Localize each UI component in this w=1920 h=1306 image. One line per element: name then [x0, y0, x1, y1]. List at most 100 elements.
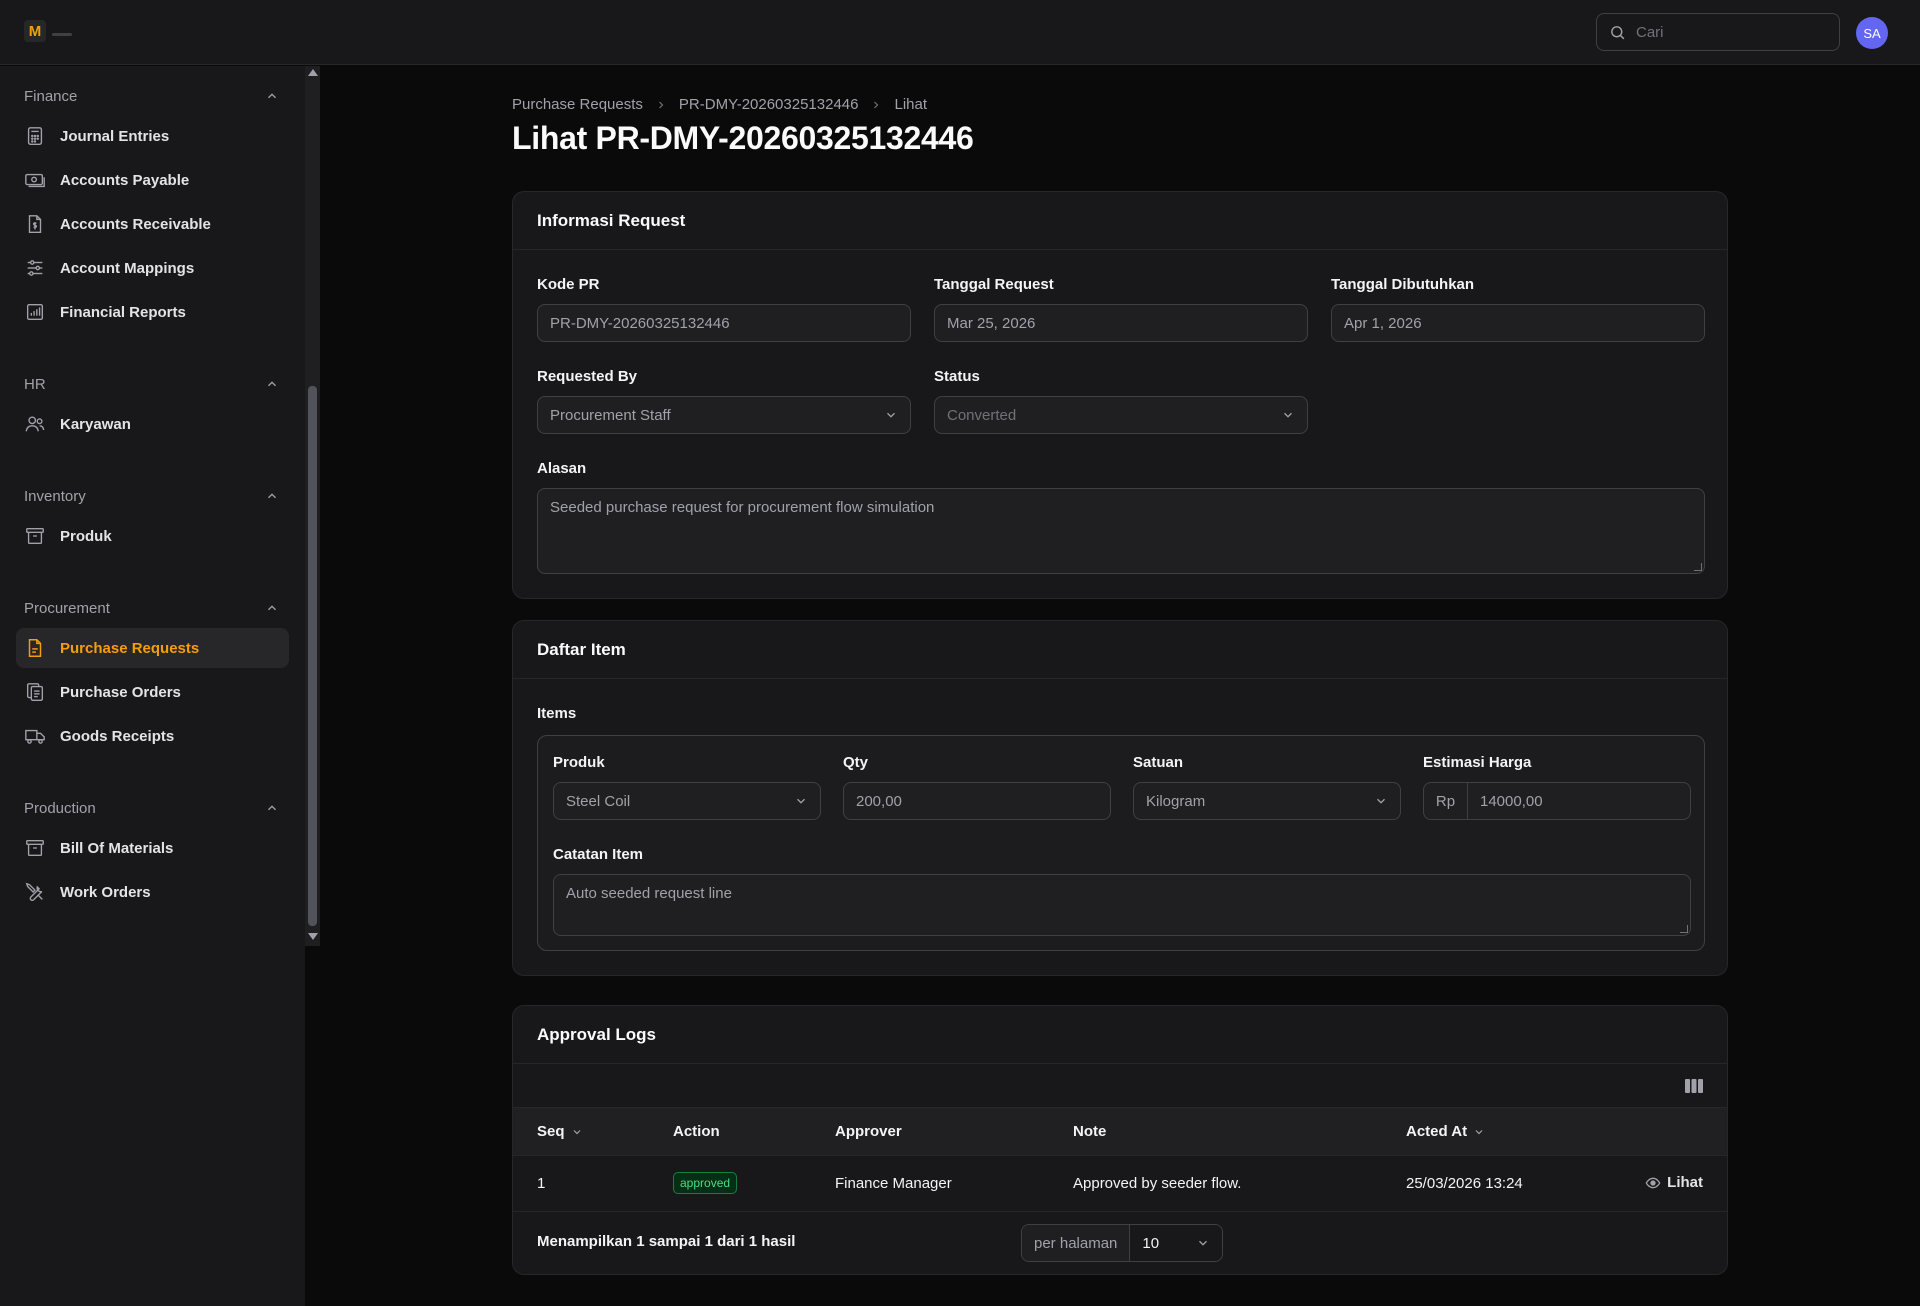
- column-header-seq[interactable]: Seq: [537, 1123, 583, 1140]
- sidebar-item-goods-receipts[interactable]: Goods Receipts: [16, 716, 289, 756]
- chevron-up-icon: [268, 605, 276, 611]
- cell-note: Approved by seeder flow.: [1073, 1175, 1242, 1192]
- catatan-item-label: Catatan Item: [553, 846, 644, 863]
- search-input[interactable]: [1636, 23, 1816, 41]
- chart-bar-icon: [26, 303, 44, 321]
- sidebar-group-procurement[interactable]: Procurement: [24, 596, 279, 620]
- per-page-value-box[interactable]: 10: [1130, 1225, 1223, 1261]
- pagination-summary: Menampilkan 1 sampai 1 dari 1 hasil: [537, 1233, 796, 1250]
- column-header-acted-at[interactable]: Acted At: [1406, 1123, 1485, 1140]
- calculator-icon: [27, 127, 43, 145]
- item-list-card: Daftar Item Items Produk Steel Coil Qty …: [512, 620, 1728, 976]
- status-badge: approved: [673, 1172, 738, 1194]
- scrollbar-thumb[interactable]: [308, 386, 317, 926]
- sidebar-item-accounts-receivable[interactable]: Accounts Receivable: [16, 204, 289, 244]
- scroll-up-arrow-icon[interactable]: [308, 69, 318, 76]
- sidebar-item-financial-reports[interactable]: Financial Reports: [16, 292, 289, 332]
- search-icon: [1611, 25, 1625, 39]
- tanggal-request-field: Mar 25, 2026: [934, 304, 1308, 342]
- breadcrumb-purchase-requests[interactable]: Purchase Requests: [512, 96, 643, 113]
- table-row: 1 approved Finance Manager Approved by s…: [513, 1156, 1727, 1212]
- alasan-label: Alasan: [537, 460, 587, 477]
- catatan-item-value: Auto seeded request line: [566, 885, 732, 902]
- breadcrumb: Purchase Requests PR-DMY-20260325132446 …: [512, 96, 927, 113]
- document-dollar-icon: [28, 215, 42, 233]
- user-avatar[interactable]: SA: [1856, 17, 1888, 49]
- sidebar-scrollbar[interactable]: [305, 66, 320, 946]
- sidebar-item-label: Purchase Requests: [60, 639, 200, 657]
- sidebar-item-accounts-payable[interactable]: Accounts Payable: [16, 160, 289, 200]
- qty-field[interactable]: 200,00: [843, 782, 1111, 820]
- banknote-icon: [25, 173, 45, 188]
- sidebar-item-label: Work Orders: [60, 883, 151, 901]
- tanggal-request-value: Mar 25, 2026: [947, 314, 1036, 332]
- sidebar-item-purchase-orders[interactable]: Purchase Orders: [16, 672, 289, 712]
- sidebar-item-account-mappings[interactable]: Account Mappings: [16, 248, 289, 288]
- truck-icon: [25, 729, 45, 744]
- chevron-up-icon: [268, 381, 276, 387]
- card-title: Approval Logs: [513, 1006, 1727, 1064]
- view-row-button[interactable]: Lihat: [1645, 1174, 1703, 1191]
- satuan-select[interactable]: Kilogram: [1133, 782, 1401, 820]
- sidebar-item-bill-of-materials[interactable]: Bill Of Materials: [16, 828, 289, 868]
- approval-logs-card: Approval Logs Seq Action Approver Note A…: [512, 1005, 1728, 1275]
- logo-letter: M: [28, 22, 42, 40]
- per-page-label: per halaman: [1022, 1225, 1131, 1261]
- breadcrumb-pr-code[interactable]: PR-DMY-20260325132446: [679, 96, 859, 113]
- kode-pr-label: Kode PR: [537, 276, 600, 293]
- group-label: Finance: [24, 87, 78, 105]
- view-columns-icon[interactable]: [1685, 1078, 1703, 1094]
- estimasi-harga-value: 14000,00: [1480, 792, 1543, 810]
- tanggal-dibutuhkan-label: Tanggal Dibutuhkan: [1331, 276, 1475, 293]
- sidebar-item-journal-entries[interactable]: Journal Entries: [16, 116, 289, 156]
- view-label: Lihat: [1667, 1174, 1703, 1191]
- satuan-label: Satuan: [1133, 754, 1184, 771]
- sidebar-group-finance[interactable]: Finance: [24, 84, 279, 108]
- sidebar-item-purchase-requests[interactable]: Purchase Requests: [16, 628, 289, 668]
- requested-by-value: Procurement Staff: [550, 406, 671, 424]
- column-label: Acted At: [1406, 1123, 1468, 1140]
- app-logo[interactable]: M: [24, 20, 46, 42]
- chevron-down-icon: [573, 1129, 580, 1134]
- column-header-action: Action: [673, 1123, 720, 1140]
- scroll-down-arrow-icon[interactable]: [308, 933, 318, 940]
- item-repeater-row: Produk Steel Coil Qty 200,00 Satuan Kilo…: [537, 735, 1705, 951]
- sidebar-group-production[interactable]: Production: [24, 796, 279, 820]
- card-title: Informasi Request: [513, 192, 1727, 250]
- status-select[interactable]: Converted: [934, 396, 1308, 434]
- tanggal-dibutuhkan-value: Apr 1, 2026: [1344, 314, 1422, 332]
- sidebar-group-inventory[interactable]: Inventory: [24, 484, 279, 508]
- sidebar-item-produk[interactable]: Produk: [16, 516, 289, 556]
- document-text-icon: [28, 639, 42, 657]
- catatan-item-textarea[interactable]: Auto seeded request line: [553, 874, 1691, 936]
- sidebar-item-work-orders[interactable]: Work Orders: [16, 872, 289, 912]
- chevron-down-icon: [797, 798, 805, 804]
- eye-icon: [1645, 1177, 1661, 1188]
- resize-handle-icon[interactable]: [1680, 925, 1688, 933]
- chevron-up-icon: [268, 93, 276, 99]
- global-search[interactable]: [1596, 13, 1840, 51]
- resize-handle-icon[interactable]: [1694, 563, 1702, 571]
- sidebar-item-label: Bill Of Materials: [60, 839, 174, 857]
- cell-approver: Finance Manager: [835, 1175, 952, 1192]
- alasan-textarea[interactable]: Seeded purchase request for procurement …: [537, 488, 1705, 574]
- sliders-icon: [27, 260, 43, 276]
- sidebar-item-label: Goods Receipts: [60, 727, 175, 745]
- produk-select[interactable]: Steel Coil: [553, 782, 821, 820]
- qty-value: 200,00: [856, 792, 902, 810]
- users-icon: [25, 416, 45, 432]
- group-label: HR: [24, 375, 46, 393]
- per-page-select[interactable]: per halaman 10: [1021, 1224, 1224, 1262]
- tanggal-request-label: Tanggal Request: [934, 276, 1054, 293]
- sidebar-item-label: Financial Reports: [60, 303, 186, 321]
- requested-by-select[interactable]: Procurement Staff: [537, 396, 911, 434]
- chevron-down-icon: [1377, 798, 1385, 804]
- cell-seq: 1: [537, 1175, 546, 1192]
- sidebar-item-karyawan[interactable]: Karyawan: [16, 404, 289, 444]
- sidebar-item-label: Journal Entries: [60, 127, 170, 145]
- top-bar: M SA: [0, 0, 1920, 65]
- table-header: Seq Action Approver Note Acted At: [513, 1108, 1727, 1156]
- sidebar-item-label: Produk: [60, 527, 112, 545]
- sidebar-group-hr[interactable]: HR: [24, 372, 279, 396]
- estimasi-harga-field[interactable]: Rp 14000,00: [1423, 782, 1691, 820]
